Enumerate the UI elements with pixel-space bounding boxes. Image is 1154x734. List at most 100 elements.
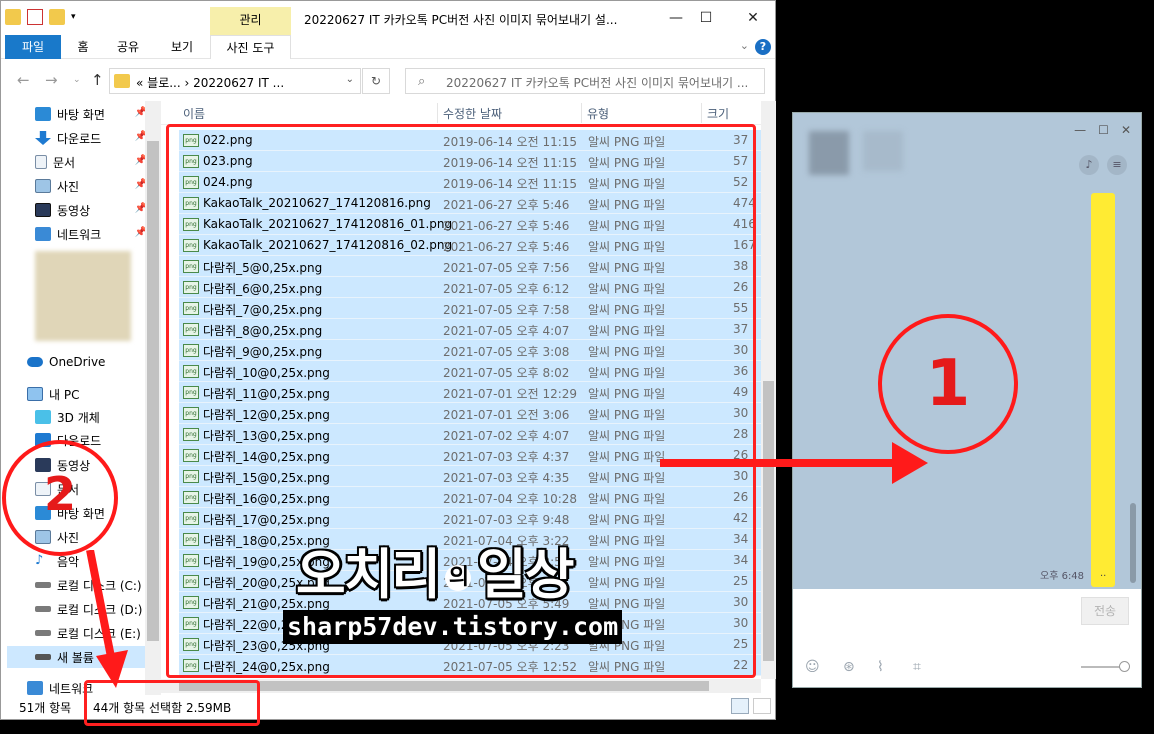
sidebar-item-label: 3D 개체 xyxy=(57,410,100,425)
minimize-icon[interactable]: — xyxy=(1074,123,1086,137)
address-path[interactable]: « 블로... › 20220627 IT ... xyxy=(136,74,284,91)
watermark-title-a: 오치리 xyxy=(296,543,441,606)
sort-up-icon: ^ xyxy=(636,101,645,108)
address-bar[interactable]: « 블로... › 20220627 IT ... ⌄ xyxy=(109,68,361,94)
help-icon[interactable]: ? xyxy=(755,39,771,55)
step-1-circle: 1 xyxy=(878,314,1018,454)
tab-share[interactable]: 공유 xyxy=(113,35,143,59)
close-button[interactable]: ✕ xyxy=(738,7,768,31)
search-input[interactable]: 20220627 IT 카카오톡 PC버전 사진 이미지 묶어보내기 ... xyxy=(446,74,761,91)
sidebar-item-label: 내 PC xyxy=(49,387,80,402)
chat-header: — ☐ ✕ ♪ ≡ xyxy=(793,113,1141,183)
sidebar-item-onedrive[interactable]: OneDrive xyxy=(27,351,143,373)
sidebar-item-desktop[interactable]: 바탕 화면 📌 xyxy=(35,103,151,125)
sidebar-item-videos[interactable]: 동영상 📌 xyxy=(35,199,151,221)
music-icon: ♪ xyxy=(35,553,44,568)
refresh-button[interactable]: ↻ xyxy=(362,68,390,94)
sidebar-item-downloads[interactable]: 다운로드 📌 xyxy=(35,127,151,149)
title-bar: ▾ 관리 20220627 IT 카카오톡 PC버전 사진 이미지 묶어보내기 … xyxy=(1,1,775,35)
column-divider[interactable] xyxy=(581,103,582,123)
tab-picture-tools[interactable]: 사진 도구 xyxy=(210,35,291,59)
sidebar-item-label: 사진 xyxy=(57,179,80,194)
sidebar-item-this-pc[interactable]: 내 PC xyxy=(27,383,143,405)
up-arrow-icon[interactable]: ↑ xyxy=(91,71,104,89)
attach-icon[interactable]: ⌇ xyxy=(877,659,884,675)
sidebar-item-network[interactable]: 네트워크 📌 xyxy=(35,223,151,245)
maximize-icon[interactable]: ☐ xyxy=(1098,123,1109,137)
details-view-icon[interactable] xyxy=(731,698,749,714)
column-divider[interactable] xyxy=(701,103,702,123)
sidebar-item-label: OneDrive xyxy=(49,355,106,369)
column-size[interactable]: 크기 xyxy=(707,105,729,122)
chat-window-controls: — ☐ ✕ xyxy=(1074,123,1131,137)
avatar xyxy=(809,131,849,175)
sidebar-scroll-thumb[interactable] xyxy=(147,141,159,641)
picture-icon xyxy=(35,179,51,193)
column-divider[interactable] xyxy=(437,103,438,123)
message-bubble[interactable] xyxy=(1091,193,1115,587)
quick-access-toolbar: ▾ xyxy=(5,9,76,25)
folder-icon[interactable] xyxy=(5,9,21,25)
chevron-down-icon[interactable]: ⌄ xyxy=(346,74,354,85)
video-icon xyxy=(35,203,51,217)
arrow-to-chat xyxy=(660,459,910,467)
watermark-url: sharp57dev.tistory.com xyxy=(283,610,623,644)
column-type[interactable]: 유형 xyxy=(587,105,609,122)
sidebar-item-label: 네트워크 xyxy=(57,227,102,242)
send-button[interactable]: 전송 xyxy=(1081,597,1129,625)
step-2-circle: 2 xyxy=(2,440,118,556)
watermark-title: 오치리 의 일상 xyxy=(296,530,574,609)
sidebar-item-label: 바탕 화면 xyxy=(57,107,105,122)
column-header: 이름 수정한 날짜 ^ 유형 크기 xyxy=(161,101,761,125)
back-arrow-icon[interactable]: ← xyxy=(17,71,30,89)
blurred-folders xyxy=(35,251,131,341)
address-row: ← → ⌄ ↑ « 블로... › 20220627 IT ... ⌄ ↻ ⌕ … xyxy=(1,59,775,101)
context-tab-manage[interactable]: 관리 xyxy=(210,7,291,35)
tab-view[interactable]: 보기 xyxy=(167,35,197,59)
tab-home[interactable]: 홈 xyxy=(71,35,95,59)
search-box[interactable]: ⌕ 20220627 IT 카카오톡 PC버전 사진 이미지 묶어보내기 ... xyxy=(405,68,765,94)
properties-icon[interactable] xyxy=(27,9,43,25)
window-title: 20220627 IT 카카오톡 PC버전 사진 이미지 묶어보내기 설... xyxy=(304,13,618,27)
new-folder-icon[interactable] xyxy=(49,9,65,25)
capture-icon[interactable]: ⌗ xyxy=(913,659,921,675)
document-icon xyxy=(35,155,47,169)
column-name[interactable]: 이름 xyxy=(183,105,205,122)
large-icons-view-icon[interactable] xyxy=(753,698,771,714)
recent-chevron-icon[interactable]: ⌄ xyxy=(73,75,81,85)
close-icon[interactable]: ✕ xyxy=(1121,123,1131,137)
desktop-icon xyxy=(35,107,51,121)
column-date[interactable]: 수정한 날짜 xyxy=(443,105,502,122)
bell-icon[interactable]: ♪ xyxy=(1079,155,1099,175)
chevron-down-icon[interactable]: ▾ xyxy=(71,9,76,25)
drive-icon xyxy=(35,606,51,612)
menu-icon[interactable]: ≡ xyxy=(1107,155,1127,175)
sidebar-item-documents[interactable]: 문서 📌 xyxy=(35,151,151,173)
item-count: 51개 항목 xyxy=(19,701,72,715)
sidebar-item-label: 다운로드 xyxy=(57,131,102,146)
network-icon xyxy=(35,227,51,241)
forward-arrow-icon[interactable]: → xyxy=(45,71,58,89)
folder-icon xyxy=(114,74,130,88)
watermark-title-b: 일상 xyxy=(477,543,574,606)
sidebar-item-label: 동영상 xyxy=(57,203,91,218)
search-icon: ⌕ xyxy=(418,74,426,89)
file-list-scroll-thumb[interactable] xyxy=(763,381,774,661)
computer-icon xyxy=(27,387,43,401)
drive-icon xyxy=(35,630,51,636)
drive-icon xyxy=(35,582,51,588)
cube-icon xyxy=(35,410,51,424)
chevron-down-icon[interactable]: ⌄ xyxy=(740,39,749,52)
emoji-icon[interactable]: ☺ xyxy=(805,659,820,675)
emoticon-icon[interactable]: ⊛ xyxy=(843,659,855,675)
minimize-button[interactable]: — xyxy=(661,7,691,31)
maximize-button[interactable]: ☐ xyxy=(691,7,721,31)
zoom-slider-knob[interactable] xyxy=(1119,661,1130,672)
chat-scrollbar[interactable] xyxy=(1130,503,1136,583)
message-input-area[interactable]: 전송 ☺ ⊛ ⌇ ⌗ xyxy=(793,589,1141,687)
ribbon-tabs: 파일 홈 공유 보기 사진 도구 ⌄ ? xyxy=(1,35,775,59)
watermark-title-of: 의 xyxy=(445,565,472,592)
sidebar-item-3d-objects[interactable]: 3D 개체 xyxy=(35,406,151,428)
sidebar-item-pictures[interactable]: 사진 📌 xyxy=(35,175,151,197)
tab-file[interactable]: 파일 xyxy=(5,35,61,59)
